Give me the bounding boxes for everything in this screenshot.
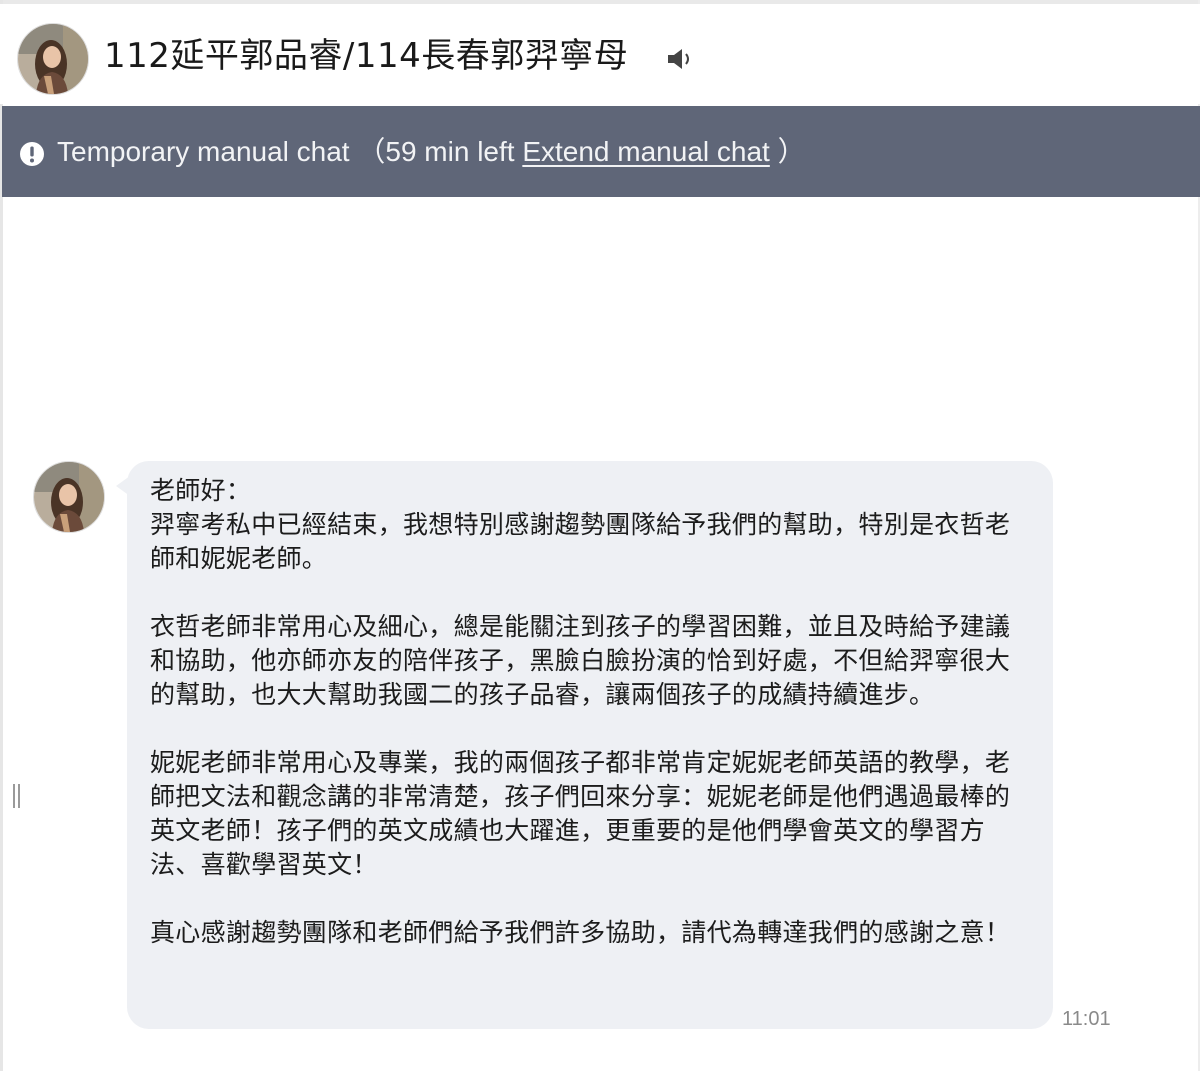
profile-photo-icon <box>18 24 88 94</box>
banner-label: Temporary manual chat <box>57 136 350 167</box>
banner-open-paren: （ <box>357 136 386 167</box>
contact-avatar[interactable] <box>17 23 89 95</box>
message-paragraph-2: 衣哲老師非常用心及細心，總是能關注到孩子的學習困難，並且及時給予建議和協助，他亦… <box>150 612 1011 709</box>
message-paragraph-4: 真心感謝趨勢團隊和老師們給予我們許多協助，請代為轉達我們的感謝之意！ <box>150 918 1011 947</box>
chat-title: 112延平郭品睿/114長春郭羿寧母 <box>104 36 629 76</box>
message-paragraph-1: 羿寧考私中已經結束，我想特別感謝趨勢團隊給予我們的幫助，特別是衣哲老師和妮妮老師… <box>150 510 1011 573</box>
profile-photo-icon <box>34 462 104 532</box>
panel-resize-handle-icon[interactable] <box>11 782 23 810</box>
message-timestamp: 11:01 <box>1062 1008 1111 1030</box>
message-greeting: 老師好： <box>150 476 252 505</box>
sender-avatar[interactable] <box>33 461 105 533</box>
extend-manual-chat-link[interactable]: Extend manual chat <box>522 136 770 167</box>
banner-close-paren: ） <box>777 136 806 167</box>
banner-text: Temporary manual chat （59 min left Exten… <box>57 135 806 169</box>
chat-header: 112延平郭品睿/114長春郭羿寧母 <box>0 4 1200 104</box>
message-paragraph-3: 妮妮老師非常用心及專業，我的兩個孩子都非常肯定妮妮老師英語的教學，老師把文法和觀… <box>150 748 1011 879</box>
manual-chat-banner: Temporary manual chat （59 min left Exten… <box>2 106 1200 197</box>
message-text: 老師好： 羿寧考私中已經結束，我想特別感謝趨勢團隊給予我們的幫助，特別是衣哲老師… <box>150 474 1030 950</box>
speaker-icon[interactable] <box>664 45 696 73</box>
exclamation-circle-icon <box>20 142 44 166</box>
banner-time-left: 59 min left <box>385 136 515 167</box>
